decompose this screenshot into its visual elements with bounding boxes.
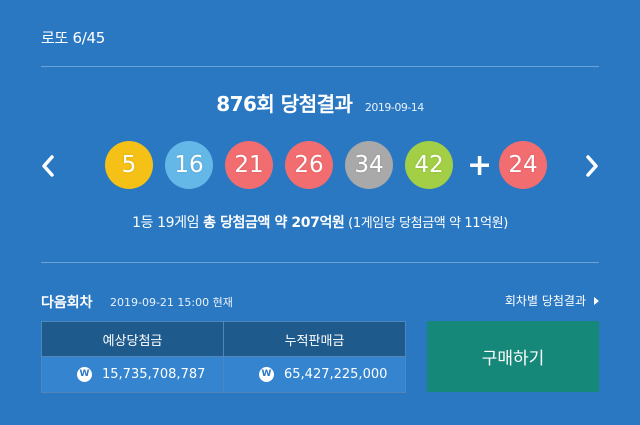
summary-winners: 1등 19게임 [132, 215, 204, 231]
bonus-ball: 24 [499, 141, 547, 189]
number-ball: 5 [105, 141, 153, 189]
winning-numbers: 5 16 21 26 34 42 + 24 [105, 141, 559, 189]
header-cumulative-sales: 누적판매금 [223, 321, 406, 357]
game-name: 로또 6/45 [41, 29, 105, 47]
expected-prize-cell: W 15,735,708,787 [41, 356, 224, 393]
number-ball: 26 [285, 141, 333, 189]
expected-prize-value: 15,735,708,787 [102, 367, 206, 382]
draw-title: 876회 당첨결과 2019-09-14 [0, 88, 640, 117]
summary-per-game: (1게임당 당첨금액 약 11억원) [344, 216, 508, 231]
next-round-label: 다음회차 [41, 295, 93, 311]
header-expected-prize: 예상당첨금 [41, 321, 224, 357]
plus-sign: + [467, 147, 493, 183]
buy-button[interactable]: 구매하기 [427, 321, 599, 392]
mid-divider [41, 262, 599, 263]
triangle-right-icon [594, 297, 599, 305]
chevron-right-icon [586, 155, 598, 177]
number-ball: 34 [345, 141, 393, 189]
number-ball: 21 [225, 141, 273, 189]
prize-summary: 1등 19게임 총 당첨금액 약 207억원 (1게임당 당첨금액 약 11억원… [0, 212, 640, 232]
prize-info-table: 예상당첨금 누적판매금 W 15,735,708,787 W 65,427,225,… [41, 321, 406, 393]
summary-total: 총 당첨금액 약 207억원 [203, 215, 345, 231]
round-title: 876회 당첨결과 [216, 92, 353, 116]
top-divider [41, 66, 599, 67]
results-by-round-label: 회차별 당첨결과 [504, 294, 586, 308]
won-icon: W [77, 367, 92, 382]
next-round-button[interactable] [577, 146, 607, 186]
cumulative-sales-value: 65,427,225,000 [284, 367, 388, 382]
results-by-round-link[interactable]: 회차별 당첨결과 [505, 292, 599, 309]
chevron-left-icon [42, 155, 54, 177]
draw-date: 2019-09-14 [364, 101, 424, 114]
next-round-date: 2019-09-21 15:00 현재 [110, 296, 233, 309]
won-icon: W [259, 367, 274, 382]
number-ball: 16 [165, 141, 213, 189]
cumulative-sales-cell: W 65,427,225,000 [223, 356, 406, 393]
prev-round-button[interactable] [33, 146, 63, 186]
number-ball: 42 [405, 141, 453, 189]
